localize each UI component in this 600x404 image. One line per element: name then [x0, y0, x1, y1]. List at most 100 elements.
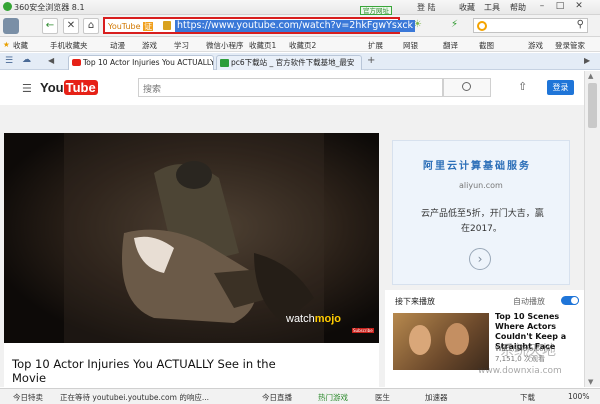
vertical-scrollbar[interactable]: ▲ ▼: [584, 71, 600, 387]
fav-star-icon: ★: [3, 40, 10, 49]
mascot-avatar[interactable]: [3, 18, 19, 34]
autoplay-label: 自动播放: [513, 297, 545, 306]
autoplay-toggle[interactable]: [561, 296, 579, 305]
ext-item-screenshot[interactable]: 截图: [479, 40, 494, 51]
youtube-logo[interactable]: You Tube: [40, 80, 98, 95]
ext-item-extensions[interactable]: 扩展: [368, 40, 383, 51]
logo-tube: Tube: [63, 80, 98, 95]
cert-tag: 证: [143, 22, 154, 31]
menu-item-help[interactable]: 帮助: [510, 2, 526, 13]
status-hot-games[interactable]: 热门游戏: [318, 392, 348, 403]
site-watermark-url: www.downxia.com: [478, 366, 562, 376]
scroll-up-icon[interactable]: ▲: [588, 72, 593, 80]
ad-line-2: 在2017。: [461, 224, 502, 234]
tab-pc6[interactable]: pc6下载站 _ 官方软件下载基地_最安: [216, 55, 362, 70]
up-next-label: 接下来播放: [395, 297, 435, 306]
title-bar: 360安全浏览器 8.1 登 陆 收藏 工具 帮助 – □ ✕: [0, 0, 600, 15]
maximize-icon[interactable]: □: [553, 1, 567, 13]
video-title-card: Top 10 Actor Injuries You ACTUALLY See i…: [4, 343, 379, 387]
back-icon[interactable]: ←: [42, 18, 58, 34]
youtube-favicon-icon: [72, 59, 81, 66]
video-title-line-2: Movie: [12, 371, 47, 385]
site-badge-name: YouTube: [108, 22, 141, 31]
autoplay-toggle-knob: [570, 296, 579, 305]
status-doctor[interactable]: 医生: [375, 392, 390, 403]
new-tab-button[interactable]: +: [367, 55, 375, 66]
tab-scroll-right-icon[interactable]: ▶: [584, 56, 590, 65]
status-download[interactable]: 下载: [520, 392, 535, 403]
ad-title: 阿里云计算基础服务: [423, 161, 531, 172]
fav-item-games[interactable]: 游戏: [142, 40, 157, 51]
upload-icon[interactable]: ⇧: [518, 80, 527, 93]
home-icon[interactable]: ⌂: [83, 18, 99, 34]
scroll-down-icon[interactable]: ▼: [588, 378, 593, 386]
search-engine-icon[interactable]: [477, 21, 487, 31]
scroll-thumb[interactable]: [588, 83, 597, 128]
tab-youtube-label: Top 10 Actor Injuries You ACTUALLY: [83, 58, 214, 67]
menu-item-tools[interactable]: 工具: [484, 2, 500, 13]
minimize-icon[interactable]: –: [535, 1, 549, 13]
subscribe-badge[interactable]: Subscribe: [352, 328, 374, 333]
stop-icon[interactable]: ✕: [63, 18, 79, 34]
official-site-badge: 官方网址: [360, 6, 392, 15]
lightning-icon[interactable]: ⚡: [451, 19, 458, 30]
status-bar: 今日特卖 正在等待 youtubei.youtube.com 的响应... 今日…: [0, 388, 600, 404]
ext-item-translate[interactable]: 翻译: [443, 40, 458, 51]
status-zoom[interactable]: 100%: [568, 392, 589, 401]
pc6-favicon-icon: [220, 59, 229, 67]
up-next-thumbnail[interactable]: [393, 313, 489, 370]
menu-item-favorites[interactable]: 收藏: [459, 2, 475, 13]
search-icon[interactable]: ⚲: [577, 19, 584, 30]
watermark-mojo: mojo: [314, 313, 342, 325]
fav-item-anime[interactable]: 动漫: [110, 40, 125, 51]
url-text[interactable]: https://www.youtube.com/watch?v=2hkFgwYs…: [175, 20, 416, 32]
hamburger-menu-icon[interactable]: ☰: [22, 82, 32, 95]
youtube-search-button[interactable]: [443, 78, 491, 97]
browser-search-box[interactable]: ⚲: [473, 18, 588, 33]
favorites-bar: ★ 收藏 手机收藏夹 动漫 游戏 学习 微信小程序 收藏页1 收藏页2 扩展 网…: [0, 37, 600, 52]
magnifier-icon: [462, 82, 471, 91]
cloud-icon[interactable]: ☁: [22, 55, 31, 65]
thumbnail-face-right: [445, 323, 469, 355]
status-deals[interactable]: 今日特卖: [13, 392, 43, 403]
status-message: 正在等待 youtubei.youtube.com 的响应...: [60, 393, 209, 402]
ad-domain: aliyun.com: [459, 181, 503, 190]
tab-youtube[interactable]: Top 10 Actor Injuries You ACTUALLY: [68, 55, 214, 70]
logo-you: You: [40, 80, 64, 95]
fav-item-collect[interactable]: 收藏: [13, 40, 28, 51]
lock-icon: [163, 21, 171, 30]
video-title: Top 10 Actor Injuries You ACTUALLY See i…: [12, 357, 276, 385]
fav-item-miniprogram[interactable]: 微信小程序: [206, 40, 244, 51]
address-bar[interactable]: YouTube 证 https://www.youtube.com/watch?…: [103, 17, 416, 34]
video-title-line-1: Top 10 Actor Injuries You ACTUALLY See i…: [12, 357, 276, 371]
ext-item-login-manager[interactable]: 登录管家: [555, 40, 585, 51]
status-accelerator[interactable]: 加速器: [425, 392, 448, 403]
thumbnail-face-left: [409, 325, 431, 355]
fav-item-page1[interactable]: 收藏页1: [249, 40, 276, 51]
tab-scroll-left-icon[interactable]: ◀: [48, 56, 54, 65]
status-live[interactable]: 今日直播: [262, 392, 292, 403]
video-frame: [4, 133, 379, 343]
tab-bar: ☰ ☁ ◀ ▶ Top 10 Actor Injuries You ACTUAL…: [0, 53, 600, 70]
fav-item-study[interactable]: 学习: [174, 40, 189, 51]
fav-item-mobile[interactable]: 手机收藏夹: [50, 40, 88, 51]
tab-list-icon[interactable]: ☰: [5, 56, 13, 66]
ext-item-games[interactable]: 游戏: [528, 40, 543, 51]
watermark-watch: watch: [286, 313, 315, 325]
tab-pc6-label: pc6下载站 _ 官方软件下载基地_最安: [231, 58, 355, 67]
video-player[interactable]: watchmojo Subscribe: [4, 133, 379, 343]
ext-item-bank[interactable]: 网银: [403, 40, 418, 51]
site-watermark-brand: 系统天地: [500, 343, 556, 359]
menu-item-login[interactable]: 登 陆: [417, 2, 436, 13]
ad-line-1: 云产品低至5折，开门大吉，赢: [421, 209, 544, 219]
site-badge: YouTube 证: [108, 21, 154, 32]
browser-logo-icon: [3, 2, 12, 11]
fav-item-page2[interactable]: 收藏页2: [289, 40, 316, 51]
youtube-search-placeholder: 搜索: [143, 85, 162, 95]
watchmojo-watermark: watchmojo: [286, 313, 341, 325]
login-button[interactable]: 登录: [547, 80, 574, 95]
aliyun-ad[interactable]: 阿里云计算基础服务 aliyun.com 云产品低至5折，开门大吉，赢 在201…: [392, 140, 570, 285]
ad-next-icon[interactable]: ›: [469, 248, 491, 270]
close-icon[interactable]: ✕: [572, 1, 586, 13]
youtube-search-input[interactable]: 搜索: [138, 78, 443, 97]
